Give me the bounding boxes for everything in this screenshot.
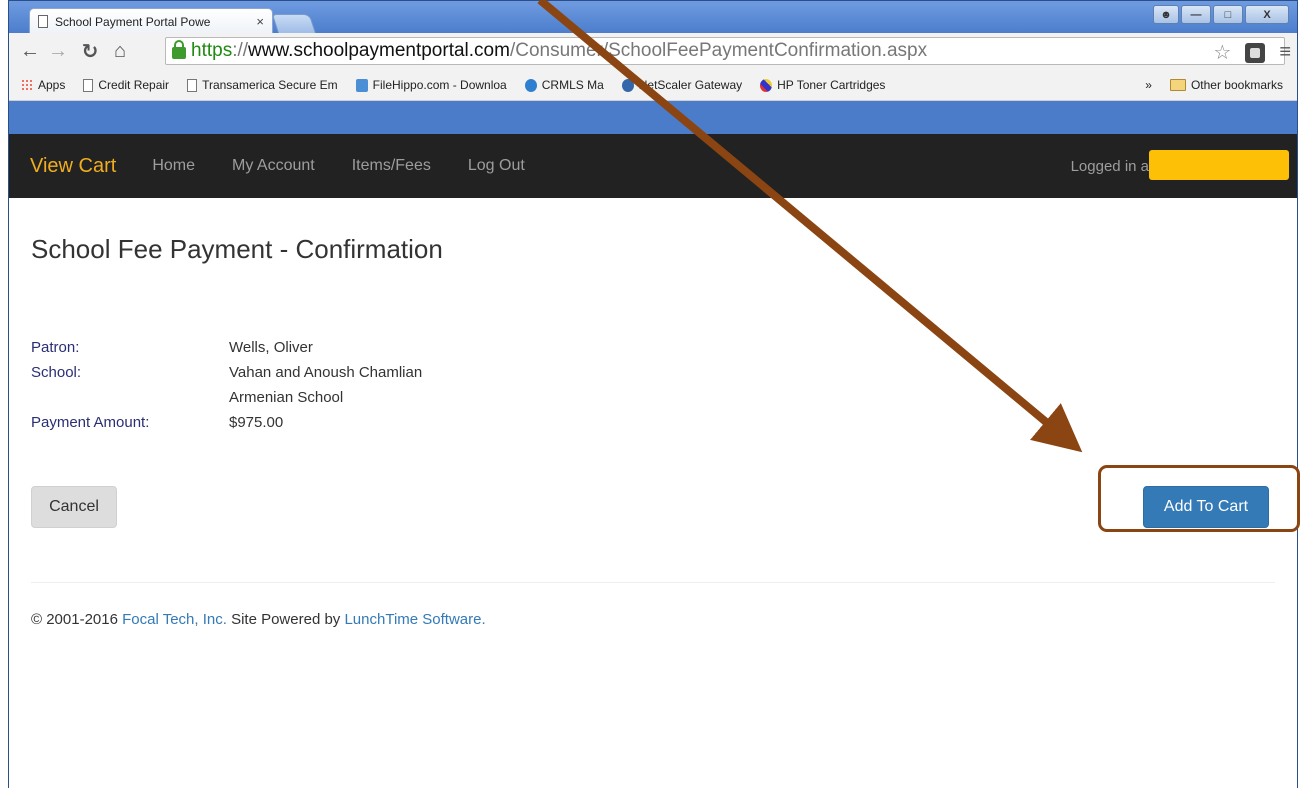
nav-home-link[interactable]: Home: [152, 157, 195, 175]
page-icon: [38, 15, 48, 28]
nav-items-fees-link[interactable]: Items/Fees: [352, 157, 431, 175]
bookmark-label: Apps: [38, 78, 66, 92]
url-path: /Consumer/SchoolFeePaymentConfirmation.a…: [509, 40, 928, 61]
page-icon: [187, 78, 198, 92]
bookmark-hp-toner[interactable]: HP Toner Cartridges: [760, 78, 885, 92]
url-scheme: https: [191, 40, 233, 61]
bookmark-credit-repair[interactable]: Credit Repair: [83, 78, 169, 92]
annotation-highlight-box: [1098, 465, 1300, 532]
footer-divider: [31, 582, 1275, 583]
url-host: www.schoolpaymentportal.com: [248, 40, 510, 61]
bookmarks-bar: Apps Credit Repair Transamerica Secure E…: [9, 71, 1297, 99]
page-icon: [83, 78, 94, 92]
view-cart-link[interactable]: View Cart: [30, 155, 116, 178]
bookmark-label: FileHippo.com - Downloa: [372, 78, 507, 92]
cancel-button[interactable]: Cancel: [31, 486, 117, 528]
patron-label: Patron:: [31, 339, 80, 356]
redacted-username: [1149, 150, 1289, 180]
focal-tech-link[interactable]: Focal Tech, Inc.: [122, 611, 227, 628]
filehippo-icon: [355, 78, 368, 92]
payment-amount-label: Payment Amount:: [31, 414, 150, 431]
netscaler-icon: [621, 78, 634, 92]
window-controls: ☻ — □ X: [1153, 5, 1289, 24]
bookmark-label: Credit Repair: [98, 78, 170, 92]
school-value: Vahan and Anoush Chamlian Armenian Schoo…: [229, 364, 423, 406]
bookmark-filehippo[interactable]: FileHippo.com - Downloa: [355, 78, 507, 92]
patron-value: Wells, Oliver: [229, 339, 313, 356]
detail-row-amount: Payment Amount: $975.00: [31, 410, 1275, 435]
page-title: School Fee Payment - Confirmation: [31, 234, 443, 264]
lock-icon: [172, 40, 186, 59]
nav-my-account-link[interactable]: My Account: [232, 157, 315, 175]
user-profile-icon[interactable]: ☻: [1153, 5, 1179, 24]
action-buttons: Cancel Add To Cart: [31, 486, 1275, 530]
forward-arrow-icon[interactable]: →: [47, 40, 69, 63]
nav-log-out-link[interactable]: Log Out: [468, 157, 525, 175]
close-window-button[interactable]: X: [1245, 5, 1289, 24]
minimize-button[interactable]: —: [1181, 5, 1211, 24]
browser-tab[interactable]: School Payment Portal Powe ×: [29, 8, 273, 34]
bookmark-star-icon[interactable]: ☆: [1213, 40, 1231, 65]
copyright-text: © 2001-2016: [31, 611, 123, 628]
bookmarks-overflow-icon[interactable]: »: [1145, 78, 1152, 92]
bookmark-label: Transamerica Secure Em: [202, 78, 338, 92]
home-icon[interactable]: ⌂: [109, 40, 131, 63]
bookmark-label: CRMLS Ma: [541, 78, 604, 92]
lunchtime-software-link[interactable]: LunchTime Software.: [344, 611, 485, 628]
page-viewport: View Cart Home My Account Items/Fees Log…: [9, 134, 1297, 788]
site-footer: © 2001-2016 Focal Tech, Inc. Site Powere…: [31, 611, 1275, 628]
bookmark-apps[interactable]: Apps: [21, 78, 65, 92]
school-label: School:: [31, 364, 82, 381]
maximize-button[interactable]: □: [1213, 5, 1243, 24]
url-separator: ://: [232, 40, 249, 61]
bookmark-crmls[interactable]: CRMLS Ma: [524, 78, 604, 92]
apps-grid-icon: [21, 78, 33, 92]
bookmark-transamerica[interactable]: Transamerica Secure Em: [187, 78, 338, 92]
bookmark-netscaler[interactable]: NetScaler Gateway: [621, 78, 743, 92]
address-bar[interactable]: https://www.schoolpaymentportal.com/Cons…: [165, 37, 1285, 65]
new-tab-button[interactable]: [271, 14, 317, 34]
crmls-icon: [524, 78, 537, 92]
payment-amount-value: $975.00: [229, 414, 284, 431]
browser-toolbar: ← → ↻ ⌂ https://www.schoolpaymentportal.…: [9, 33, 1297, 101]
reload-icon[interactable]: ↻: [79, 39, 101, 64]
tab-title: School Payment Portal Powe: [55, 14, 211, 29]
bookmark-label: NetScaler Gateway: [638, 78, 743, 92]
detail-row-patron: Patron: Wells, Oliver: [31, 335, 1275, 360]
hp-icon: [760, 78, 773, 92]
detail-row-school: School: Vahan and Anoush Chamlian Armeni…: [31, 360, 1275, 410]
powered-by-text: Site Powered by: [226, 611, 345, 628]
extension-icon[interactable]: [1245, 42, 1266, 63]
folder-icon: [1169, 79, 1186, 91]
bookmark-label: HP Toner Cartridges: [777, 78, 886, 92]
site-navbar: View Cart Home My Account Items/Fees Log…: [9, 134, 1297, 198]
other-bookmarks[interactable]: Other bookmarks: [1169, 78, 1283, 92]
other-bookmarks-label: Other bookmarks: [1190, 78, 1283, 92]
main-content: School Fee Payment - Confirmation Patron…: [9, 198, 1297, 628]
payment-details: Patron: Wells, Oliver School: Vahan and …: [31, 335, 1275, 435]
menu-icon[interactable]: ≡: [1279, 41, 1291, 64]
logged-in-label: Logged in a: [1070, 158, 1149, 175]
tab-close-icon[interactable]: ×: [256, 14, 264, 29]
back-arrow-icon[interactable]: ←: [19, 40, 41, 63]
